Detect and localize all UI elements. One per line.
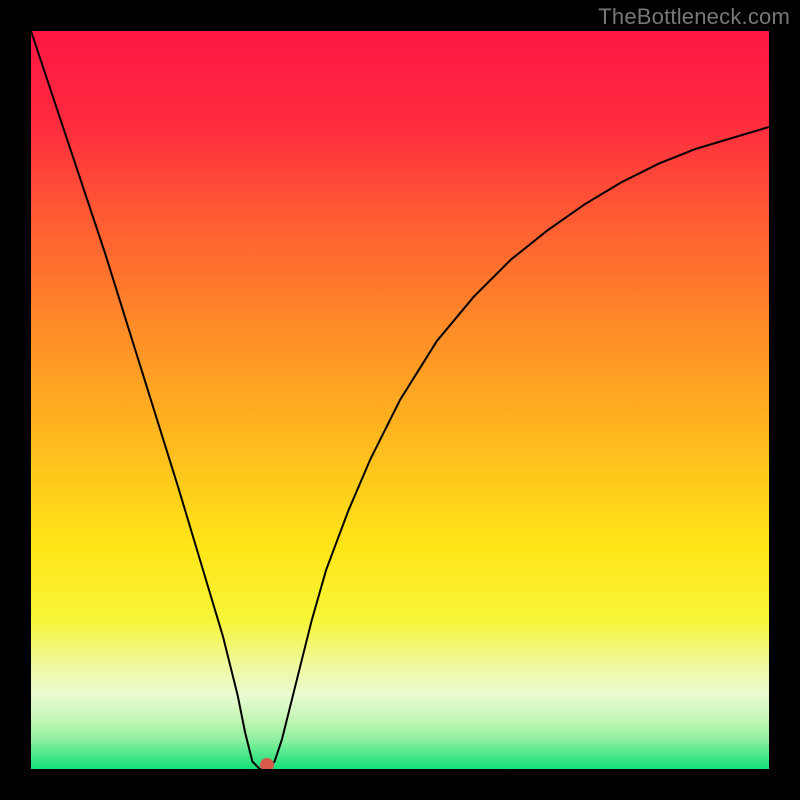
bottleneck-curve-path [31, 31, 769, 769]
optimum-marker [260, 758, 274, 769]
plot-area [31, 31, 769, 769]
attribution-text: TheBottleneck.com [598, 4, 790, 30]
chart-container: TheBottleneck.com [0, 0, 800, 800]
curve-svg [31, 31, 769, 769]
